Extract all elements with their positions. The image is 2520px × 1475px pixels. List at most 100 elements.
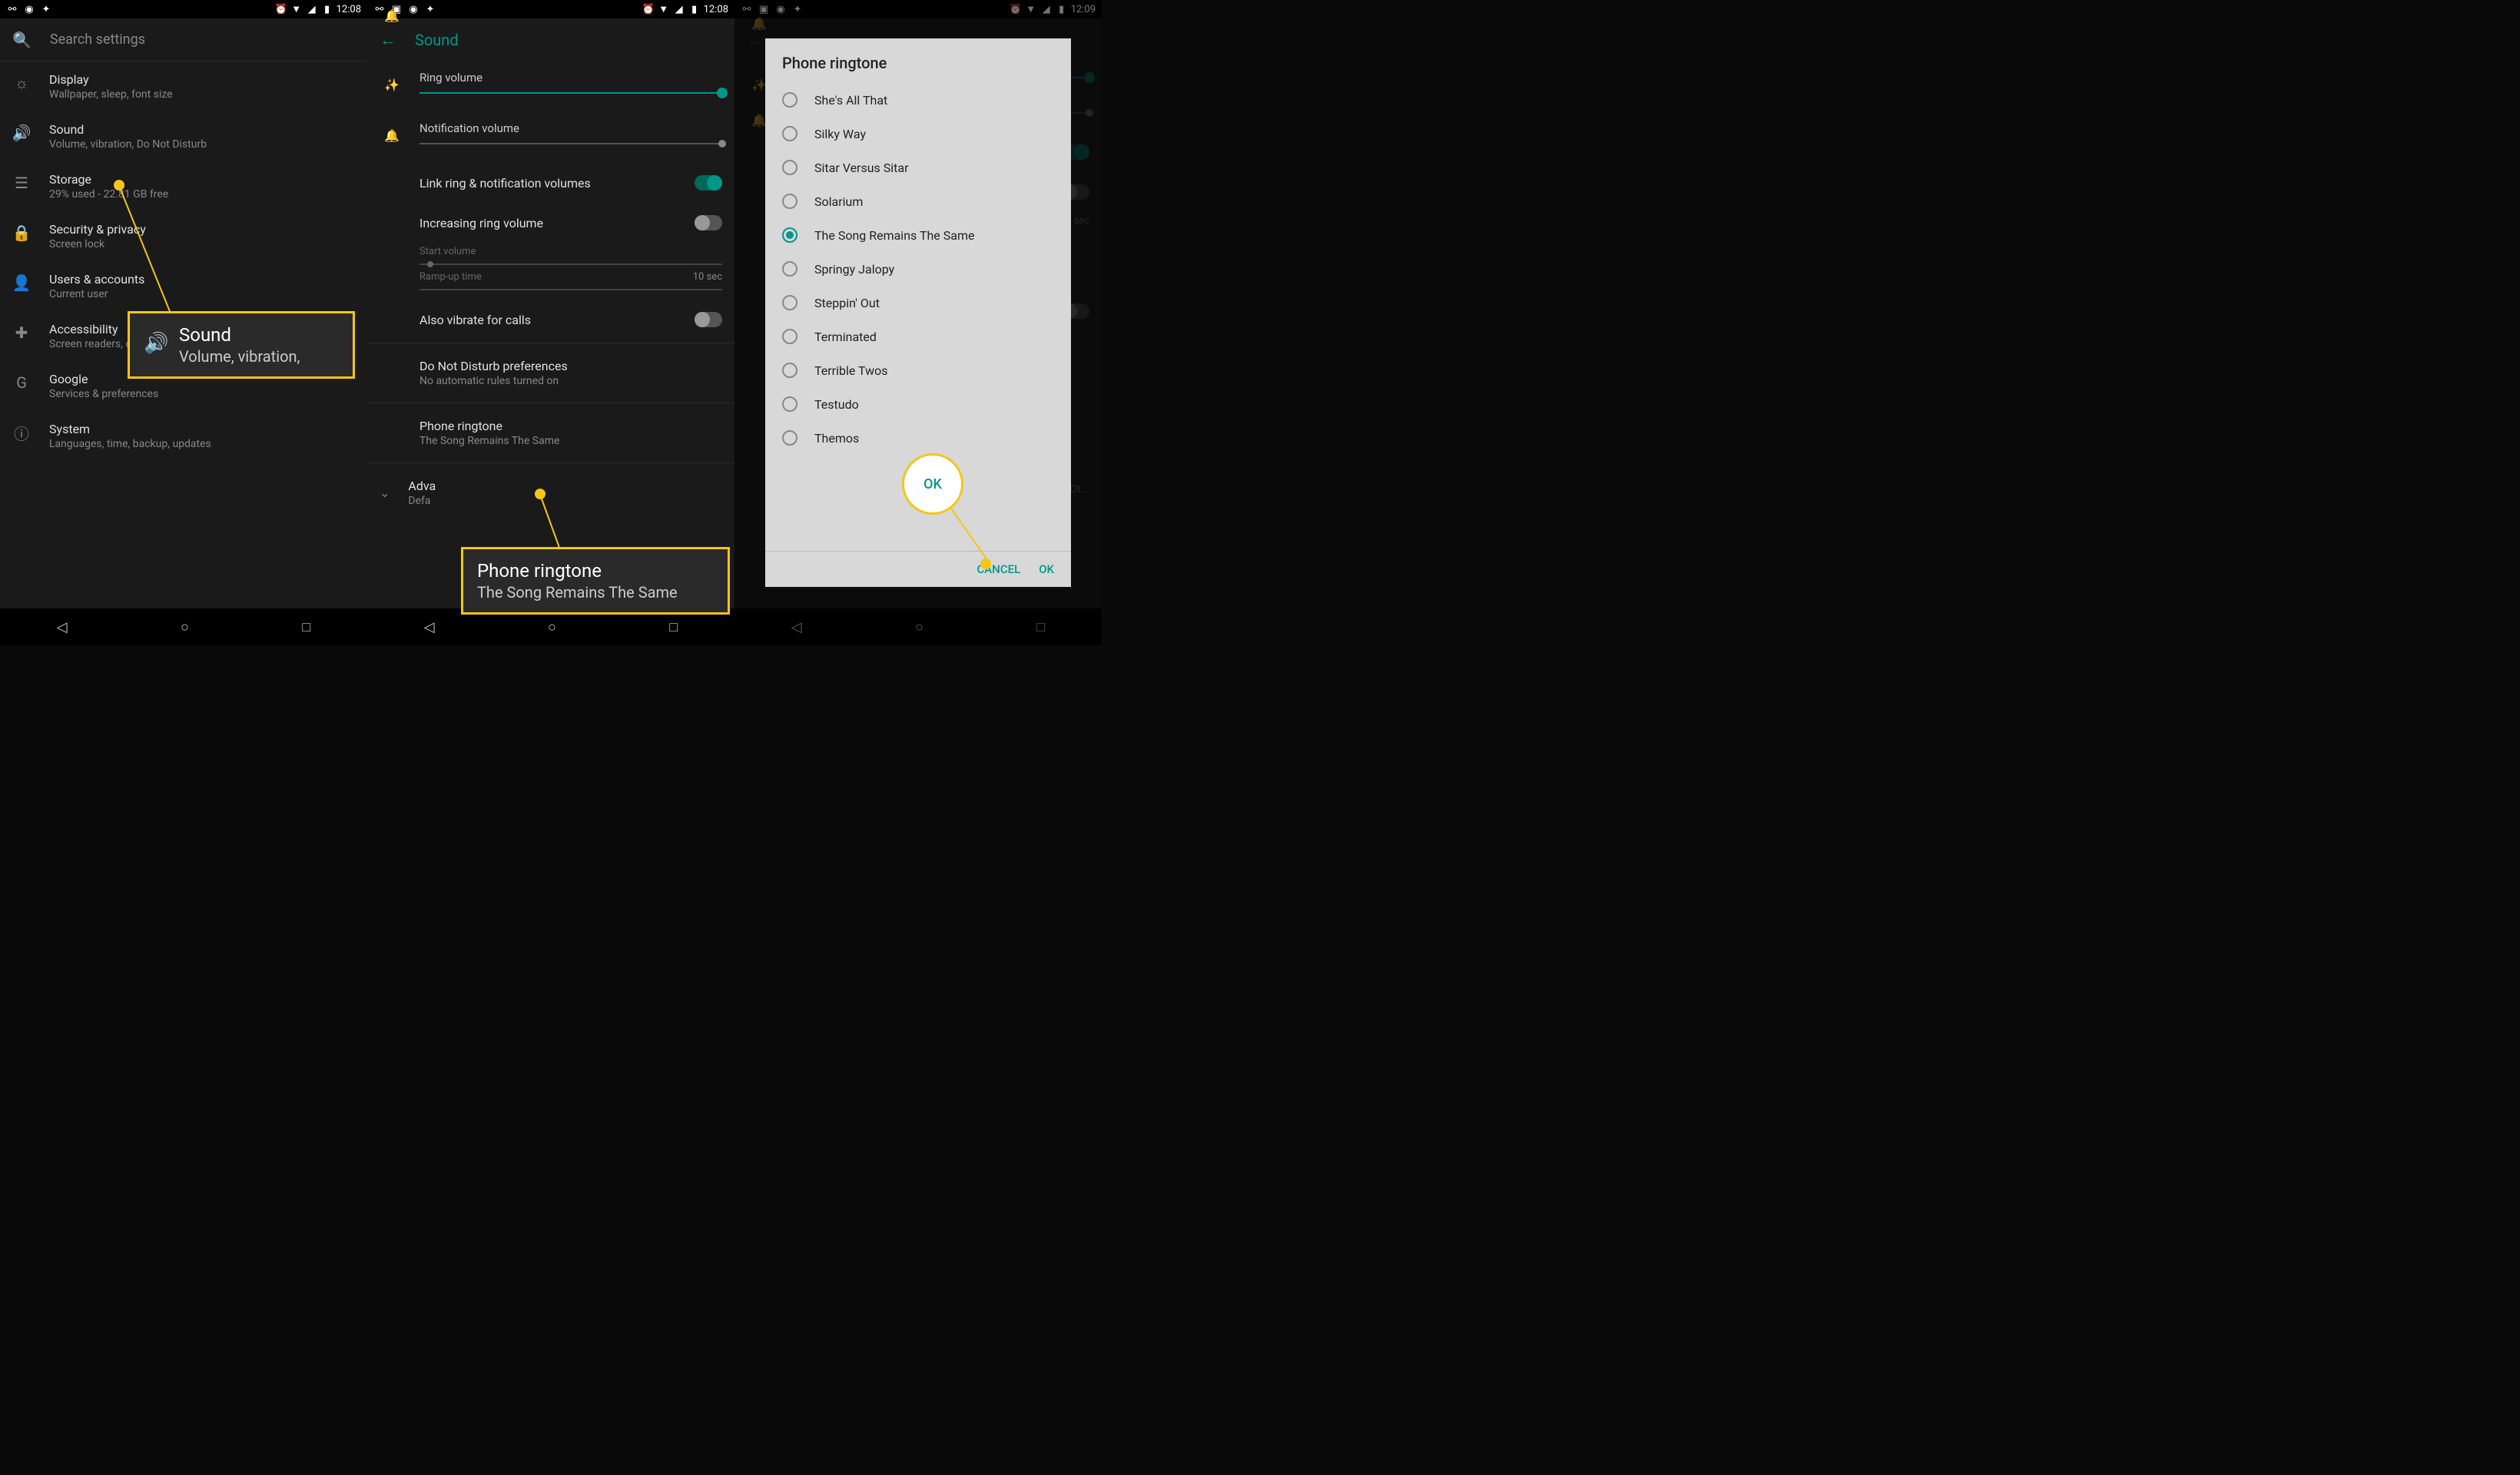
radio-icon	[782, 160, 797, 175]
link-volumes-row[interactable]: Link ring & notification volumes	[367, 163, 734, 203]
screen-settings: ⚯ ◉ ✦ ⏰ ▼ ◢ ▮ 12:08 🔍 Search settings ☼ …	[0, 0, 367, 645]
ringtone-option[interactable]: The Song Remains The Same	[765, 218, 1071, 252]
radio-icon	[782, 396, 797, 412]
ringtone-label: Sitar Versus Sitar	[814, 161, 909, 175]
ringtone-label: Springy Jalopy	[814, 262, 894, 277]
bell-ring-icon: 🔔	[383, 6, 401, 25]
target-icon: ◉	[407, 3, 419, 15]
ringtone-option[interactable]: Themos	[765, 421, 1071, 455]
radio-icon	[782, 329, 797, 344]
radio-icon	[782, 430, 797, 446]
accessibility-icon: ✚	[12, 323, 31, 342]
chevron-down-icon: ⌄	[380, 486, 390, 500]
radio-icon	[782, 92, 797, 108]
link-toggle[interactable]	[695, 175, 722, 191]
ringtone-label: Themos	[814, 431, 859, 446]
setting-sound[interactable]: 🔊 SoundVolume, vibration, Do Not Disturb	[0, 111, 367, 161]
alarm-icon: ⏰	[275, 3, 287, 15]
recent-icon[interactable]: □	[302, 619, 310, 635]
ringtone-label: Terminated	[814, 330, 877, 344]
leaf-icon: ✦	[424, 3, 436, 15]
bell-icon: 🔔	[383, 126, 401, 144]
highlight-dot	[535, 489, 545, 499]
radio-icon	[782, 261, 797, 277]
ringtone-row[interactable]: Phone ringtoneThe Song Remains The Same	[367, 406, 734, 459]
google-icon: G	[12, 373, 31, 392]
ring-slider[interactable]	[419, 92, 722, 94]
back-arrow-icon[interactable]: ←	[380, 30, 396, 50]
volume-icon: 🔊	[144, 332, 168, 355]
ring-volume-section[interactable]: ✨ Ring volume	[367, 61, 734, 112]
status-bar: ⚯ ▣ ◉ ✦ ⏰ ▼ ◢ ▮ 12:08	[367, 0, 734, 18]
radio-icon	[782, 126, 797, 141]
setting-users[interactable]: 👤 Users & accountsCurrent user	[0, 261, 367, 311]
radio-icon	[782, 194, 797, 209]
alarm-icon: ⏰	[642, 3, 655, 15]
clock-text: 12:08	[337, 4, 361, 15]
ringtone-option[interactable]: Steppin' Out	[765, 286, 1071, 320]
lock-icon: 🔒	[12, 224, 31, 242]
voicemail-icon: ⚯	[6, 3, 18, 15]
ringtone-label: Solarium	[814, 194, 863, 209]
dnd-row[interactable]: Do Not Disturb preferencesNo automatic r…	[367, 346, 734, 399]
callout-ringtone: Phone ringtone The Song Remains The Same	[461, 547, 730, 615]
radio-icon	[782, 227, 797, 243]
setting-display[interactable]: ☼ DisplayWallpaper, sleep, font size	[0, 61, 367, 111]
header-title: Sound	[415, 31, 459, 49]
battery-icon: ▮	[321, 3, 333, 15]
battery-icon: ▮	[688, 3, 701, 15]
increasing-toggle[interactable]	[695, 215, 722, 230]
vibrate-toggle[interactable]	[695, 312, 722, 327]
ringtone-label: Terrible Twos	[814, 363, 888, 378]
status-bar: ⚯ ◉ ✦ ⏰ ▼ ◢ ▮ 12:08	[0, 0, 367, 18]
ringtone-option[interactable]: Terrible Twos	[765, 353, 1071, 387]
ramp-time-row: Ramp-up time 10 sec	[367, 268, 734, 286]
setting-system[interactable]: ⓘ SystemLanguages, time, backup, updates	[0, 411, 367, 461]
screen-sound: ⚯ ▣ ◉ ✦ ⏰ ▼ ◢ ▮ 12:08 ← Sound ✨ Ring vol…	[367, 0, 734, 645]
setting-security[interactable]: 🔒 Security & privacyScreen lock	[0, 211, 367, 261]
search-bar[interactable]: 🔍 Search settings	[0, 18, 367, 61]
ringtone-option[interactable]: Silky Way	[765, 117, 1071, 151]
notif-volume-section[interactable]: 🔔 Notification volume	[367, 112, 734, 163]
ringtone-label: She's All That	[814, 93, 887, 108]
info-icon: ⓘ	[12, 423, 31, 442]
user-icon: 👤	[12, 273, 31, 292]
leaf-icon: ✦	[40, 3, 52, 15]
search-placeholder: Search settings	[50, 31, 145, 48]
brightness-icon: ☼	[12, 74, 31, 92]
wifi-icon: ▼	[658, 3, 670, 15]
advanced-row[interactable]: ⌄ AdvaDefa	[367, 466, 734, 519]
recent-icon[interactable]: □	[669, 619, 678, 635]
target-icon: ◉	[23, 3, 35, 15]
clock-text: 12:08	[704, 4, 728, 15]
volume-icon: 🔊	[12, 124, 31, 142]
notif-slider[interactable]	[419, 143, 722, 144]
ringtone-option[interactable]: Testudo	[765, 387, 1071, 421]
increasing-row[interactable]: Increasing ring volume	[367, 203, 734, 243]
back-icon[interactable]: ◁	[424, 619, 435, 635]
ringtone-option[interactable]: Terminated	[765, 320, 1071, 353]
setting-storage[interactable]: ☰ Storage29% used - 22.81 GB free	[0, 161, 367, 211]
ringtone-option[interactable]: Solarium	[765, 184, 1071, 218]
ringtone-option[interactable]: Sitar Versus Sitar	[765, 151, 1071, 184]
ringtone-label: The Song Remains The Same	[814, 228, 974, 243]
highlight-dot	[114, 180, 124, 191]
ring-icon: ✨	[383, 75, 401, 94]
header: ← Sound	[367, 18, 734, 61]
ok-button[interactable]: OK	[1039, 562, 1054, 576]
start-volume-row: 🔔 Start volume	[367, 243, 734, 260]
ringtone-option[interactable]: She's All That	[765, 83, 1071, 117]
storage-icon: ☰	[12, 174, 31, 192]
radio-icon	[782, 363, 797, 378]
search-icon: 🔍	[12, 31, 32, 49]
highlight-dot	[980, 559, 991, 569]
ringtone-option[interactable]: Springy Jalopy	[765, 252, 1071, 286]
back-icon[interactable]: ◁	[57, 619, 68, 635]
nav-bar: ◁ ○ □	[0, 608, 367, 645]
vibrate-row[interactable]: Also vibrate for calls	[367, 300, 734, 340]
ringtone-label: Steppin' Out	[814, 296, 880, 310]
home-icon[interactable]: ○	[548, 619, 556, 635]
home-icon[interactable]: ○	[181, 619, 189, 635]
settings-list: ☼ DisplayWallpaper, sleep, font size 🔊 S…	[0, 61, 367, 461]
callout-ok: OK	[902, 453, 963, 515]
